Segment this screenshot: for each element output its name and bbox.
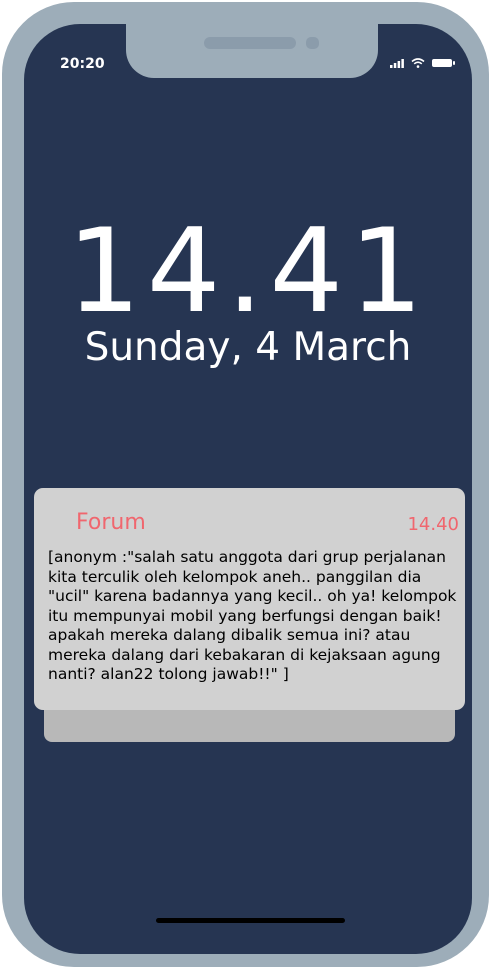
speaker-grille	[204, 37, 296, 49]
status-icons	[390, 58, 455, 68]
lock-screen-clock: 14.41	[66, 204, 430, 339]
notification-card[interactable]: Forum 14.40 [anonym :"salah satu anggota…	[34, 488, 465, 710]
lock-screen-date: Sunday, 4 March	[84, 325, 412, 370]
signal-icon	[390, 58, 404, 68]
wifi-icon	[411, 58, 425, 68]
status-time: 20:20	[60, 56, 105, 72]
notification-time: 14.40	[407, 514, 459, 535]
battery-icon	[432, 59, 455, 67]
lock-screen: 20:20 14.41 Sunday, 4 March Forum 14.40 …	[24, 24, 472, 954]
camera-icon	[306, 37, 319, 49]
notification-message: [anonym :"salah satu anggota dari grup p…	[48, 548, 457, 683]
notch	[126, 24, 378, 78]
phone-frame: 20:20 14.41 Sunday, 4 March Forum 14.40 …	[2, 2, 489, 967]
notification-app-name: Forum	[76, 510, 146, 535]
home-indicator[interactable]	[156, 918, 345, 923]
